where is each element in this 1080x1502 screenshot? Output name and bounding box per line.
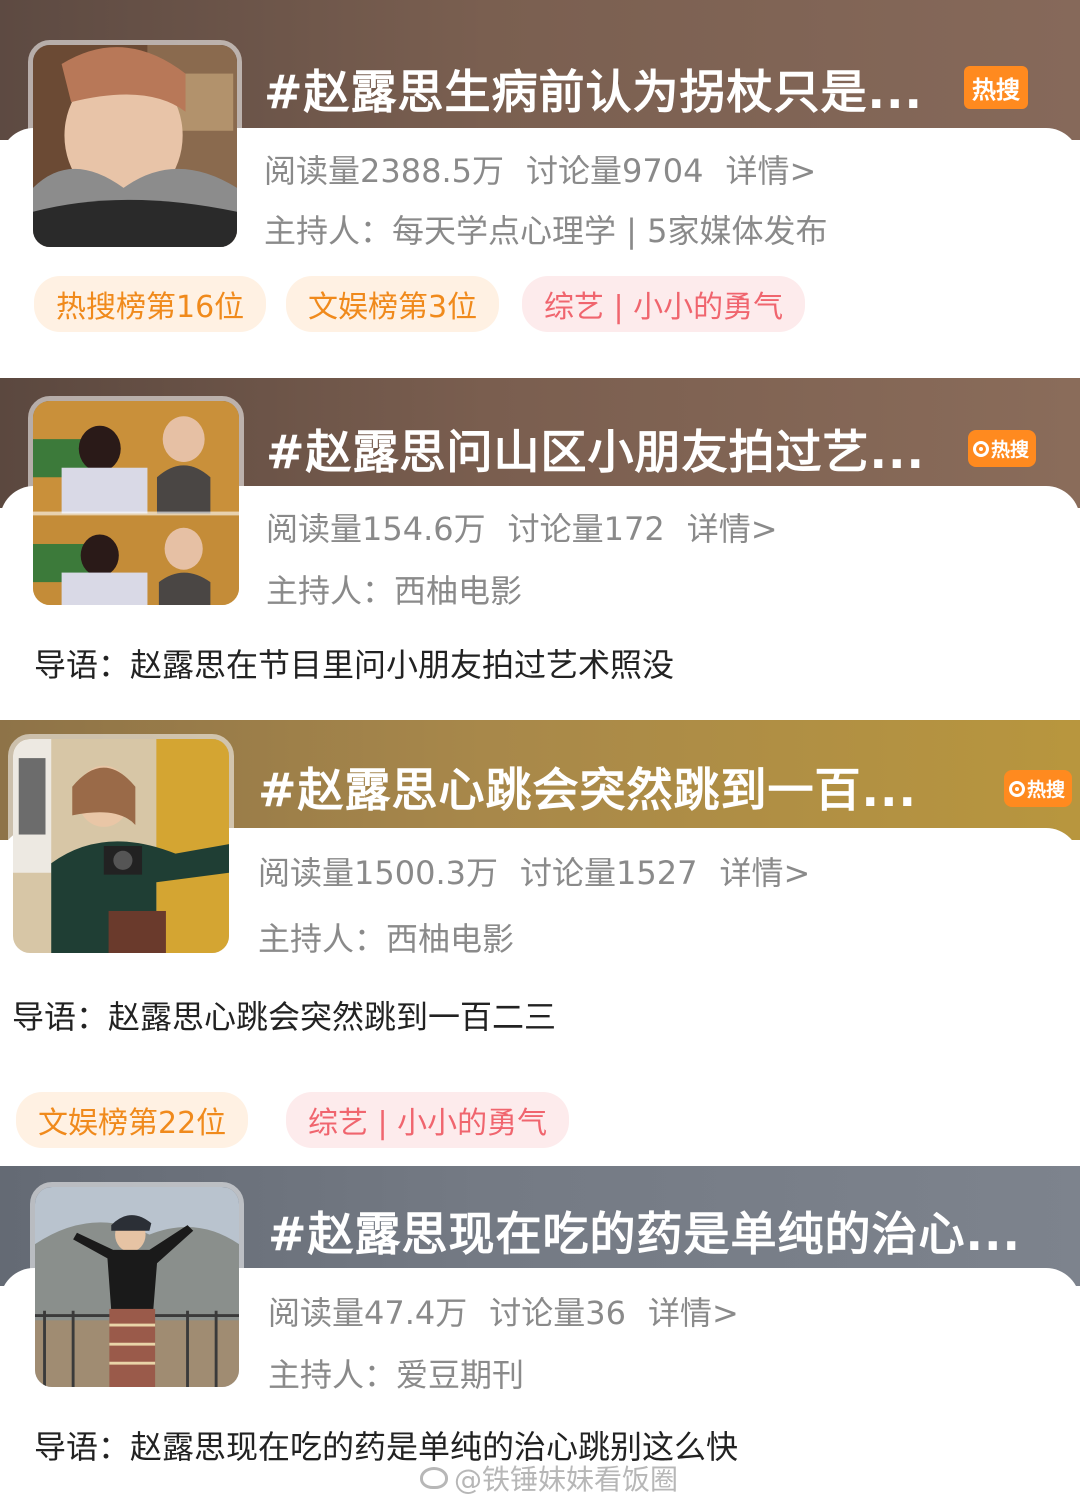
topic-lead: 导语：赵露思心跳会突然跳到一百二三	[12, 998, 557, 1036]
details-link[interactable]: 详情>	[687, 510, 778, 548]
tag-variety-show[interactable]: 综艺 | 小小的勇气	[522, 276, 806, 332]
tag-variety-show[interactable]: 综艺 | 小小的勇气	[286, 1092, 570, 1148]
tag-ent-rank[interactable]: 文娱榜第3位	[286, 276, 500, 332]
hot-badge-circle-icon	[1009, 780, 1025, 797]
hot-badge-label: 热搜	[991, 439, 1030, 461]
topic-stats: 阅读量2388.5万 讨论量9704 详情>	[264, 146, 838, 192]
topic-title[interactable]: #赵露思问山区小朋友拍过艺...	[266, 416, 925, 482]
hot-badge-label: 热搜	[1027, 779, 1066, 801]
host-line: 主持人：每天学点心理学 | 5家媒体发布	[264, 212, 828, 250]
watermark-text: @铁锤妹妹看饭圈	[454, 1463, 679, 1496]
weibo-logo-icon	[420, 1467, 448, 1489]
details-link[interactable]: 详情>	[719, 854, 810, 892]
topic-card-3[interactable]: #赵露思心跳会突然跳到一百... 热搜 阅读量1500.3万 讨论量1527 详情>…	[0, 720, 1080, 1166]
discussion-count: 讨论量9704	[525, 152, 704, 190]
topic-title[interactable]: #赵露思生病前认为拐杖只是...	[264, 56, 923, 122]
topic-title[interactable]: #赵露思心跳会突然跳到一百...	[258, 754, 917, 820]
host-line: 主持人：西柚电影	[258, 920, 515, 958]
host-line: 主持人：西柚电影	[266, 572, 523, 610]
hot-badge-icon: 热搜	[968, 430, 1037, 467]
read-count: 阅读量1500.3万	[258, 854, 498, 892]
topic-card-2[interactable]: #赵露思问山区小朋友拍过艺... 热搜 阅读量154.6万 讨论量172 详情> 主…	[0, 378, 1080, 720]
hot-badge-circle-icon	[973, 440, 989, 457]
topic-thumbnail[interactable]	[30, 1182, 244, 1392]
topic-thumbnail[interactable]	[28, 396, 244, 610]
topic-title[interactable]: #赵露思现在吃的药是单纯的治心...	[268, 1198, 1021, 1264]
discussion-count: 讨论量36	[489, 1294, 626, 1332]
host-line: 主持人：爱豆期刊	[268, 1356, 525, 1394]
read-count: 阅读量47.4万	[268, 1294, 468, 1332]
details-link[interactable]: 详情>	[648, 1294, 739, 1332]
watermark: @铁锤妹妹看饭圈	[420, 1458, 678, 1498]
tag-ent-rank[interactable]: 文娱榜第22位	[16, 1092, 249, 1148]
topic-card-4[interactable]: #赵露思现在吃的药是单纯的治心... 阅读量47.4万 讨论量36 详情> 主持人：…	[0, 1166, 1080, 1502]
topic-stats: 阅读量154.6万 讨论量172 详情>	[266, 504, 800, 550]
details-link[interactable]: 详情>	[725, 152, 816, 190]
discussion-count: 讨论量1527	[519, 854, 698, 892]
hot-badge-icon: 热搜	[1004, 770, 1073, 807]
topic-lead: 导语：赵露思在节目里问小朋友拍过艺术照没	[34, 646, 675, 684]
topic-stats: 阅读量47.4万 讨论量36 详情>	[268, 1288, 761, 1334]
topic-card-1[interactable]: #赵露思生病前认为拐杖只是... 热搜 阅读量2388.5万 讨论量9704 详情>…	[0, 0, 1080, 378]
topic-stats: 阅读量1500.3万 讨论量1527 详情>	[258, 848, 832, 894]
tag-hot-rank[interactable]: 热搜榜第16位	[34, 276, 267, 332]
topic-thumbnail[interactable]	[28, 40, 242, 252]
read-count: 阅读量2388.5万	[264, 152, 504, 190]
read-count: 阅读量154.6万	[266, 510, 486, 548]
discussion-count: 讨论量172	[507, 510, 665, 548]
hot-badge-icon: 热搜	[964, 66, 1028, 109]
topic-thumbnail[interactable]	[8, 734, 234, 958]
